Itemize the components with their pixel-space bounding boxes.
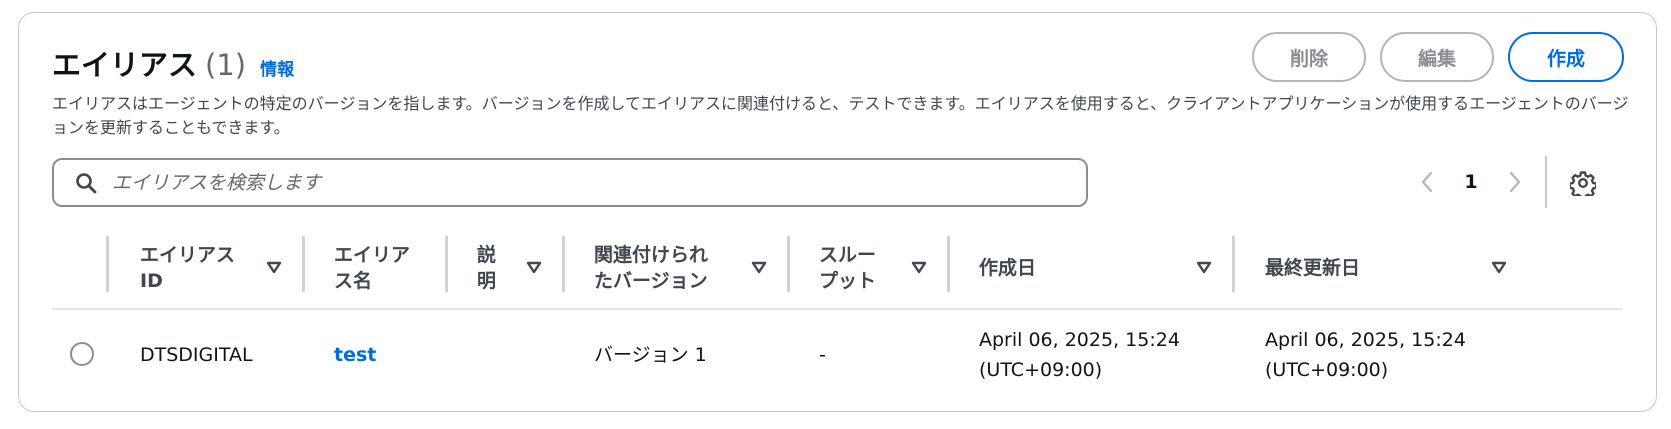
column-header-label: エイリア bbox=[334, 244, 411, 266]
search-input[interactable] bbox=[112, 160, 1086, 205]
current-page[interactable]: 1 bbox=[1449, 171, 1493, 193]
created-timezone: (UTC+09:00) bbox=[979, 359, 1103, 381]
column-header-label: 作成日 bbox=[979, 257, 1037, 279]
column-header-label: ID bbox=[140, 270, 163, 292]
table-row[interactable]: DTSDIGITAL test バージョン 1 - April 06, 2025… bbox=[52, 310, 1622, 400]
create-button[interactable]: 作成 bbox=[1508, 32, 1624, 82]
column-header-associated-version[interactable]: 関連付けられ たバージョン bbox=[594, 230, 754, 306]
column-header-label: 関連付けられ bbox=[594, 244, 709, 266]
column-header-label: ス名 bbox=[334, 270, 373, 292]
column-header-alias-id[interactable]: エイリアス ID bbox=[140, 230, 280, 306]
alias-count: (1) bbox=[205, 48, 247, 82]
column-header-label: エイリアス bbox=[140, 244, 236, 266]
search-box[interactable] bbox=[52, 158, 1088, 207]
column-separator[interactable] bbox=[947, 236, 950, 292]
column-header-label: 説 bbox=[477, 244, 497, 266]
alias-name-link[interactable]: test bbox=[334, 340, 376, 370]
search-icon bbox=[72, 169, 100, 197]
column-header-last-updated[interactable]: 最終更新日 bbox=[1265, 230, 1465, 306]
column-separator[interactable] bbox=[106, 236, 109, 292]
chevron-left-icon[interactable] bbox=[1405, 160, 1449, 204]
column-header-description[interactable]: 説明 bbox=[477, 230, 517, 306]
table-body: DTSDIGITAL test バージョン 1 - April 06, 2025… bbox=[52, 310, 1622, 400]
chevron-right-icon[interactable] bbox=[1493, 160, 1537, 204]
info-link[interactable]: 情報 bbox=[260, 55, 294, 80]
alias-id-cell: DTSDIGITAL bbox=[140, 344, 253, 366]
pagination: 1 bbox=[1405, 160, 1537, 204]
updated-timezone: (UTC+09:00) bbox=[1265, 359, 1389, 381]
aliases-table: エイリアス ID エイリアス名 説明 関連付けられ たバージョン スループット 作成… bbox=[52, 230, 1622, 400]
column-separator[interactable] bbox=[787, 236, 790, 292]
header-actions: 削除 編集 作成 bbox=[1252, 32, 1624, 82]
column-header-throughput[interactable]: スルー プット bbox=[819, 230, 919, 306]
sort-caret-down-icon[interactable] bbox=[750, 258, 768, 276]
panel-description: エイリアスはエージェントの特定のバージョンを指します。バージョンを作成してエイリ… bbox=[52, 94, 1629, 137]
column-separator[interactable] bbox=[1232, 236, 1235, 292]
version-cell: バージョン 1 bbox=[594, 344, 707, 366]
sort-caret-down-icon[interactable] bbox=[525, 258, 543, 276]
column-header-label: 明 bbox=[477, 270, 497, 292]
column-separator[interactable] bbox=[445, 236, 448, 292]
column-separator[interactable] bbox=[302, 236, 305, 292]
sort-caret-down-icon[interactable] bbox=[265, 258, 283, 276]
delete-button[interactable]: 削除 bbox=[1252, 32, 1366, 82]
created-date: April 06, 2025, 15:24 bbox=[979, 329, 1180, 351]
row-select-radio[interactable] bbox=[70, 342, 94, 366]
column-header-label: プット bbox=[819, 270, 877, 292]
updated-date: April 06, 2025, 15:24 bbox=[1265, 329, 1466, 351]
edit-button[interactable]: 編集 bbox=[1380, 32, 1494, 82]
column-header-label: スルー bbox=[819, 244, 877, 266]
panel-header: エイリアス (1) 情報 bbox=[52, 42, 294, 84]
sort-caret-down-icon[interactable] bbox=[1490, 258, 1508, 276]
created-date-cell: April 06, 2025, 15:24 (UTC+09:00) bbox=[979, 325, 1180, 385]
toolbar-divider bbox=[1545, 156, 1547, 208]
page-title: エイリアス bbox=[52, 48, 198, 82]
updated-date-cell: April 06, 2025, 15:24 (UTC+09:00) bbox=[1265, 325, 1466, 385]
gear-icon[interactable] bbox=[1560, 160, 1606, 206]
throughput-cell: - bbox=[819, 344, 826, 366]
column-header-label: 最終更新日 bbox=[1265, 257, 1361, 279]
sort-caret-down-icon[interactable] bbox=[1195, 258, 1213, 276]
table-header: エイリアス ID エイリアス名 説明 関連付けられ たバージョン スループット 作成… bbox=[52, 230, 1622, 310]
column-header-created[interactable]: 作成日 bbox=[979, 230, 1179, 306]
column-separator[interactable] bbox=[562, 236, 565, 292]
column-header-label: たバージョン bbox=[594, 270, 708, 292]
sort-caret-down-icon[interactable] bbox=[910, 258, 928, 276]
column-header-alias-name[interactable]: エイリア ス名 bbox=[334, 230, 434, 306]
